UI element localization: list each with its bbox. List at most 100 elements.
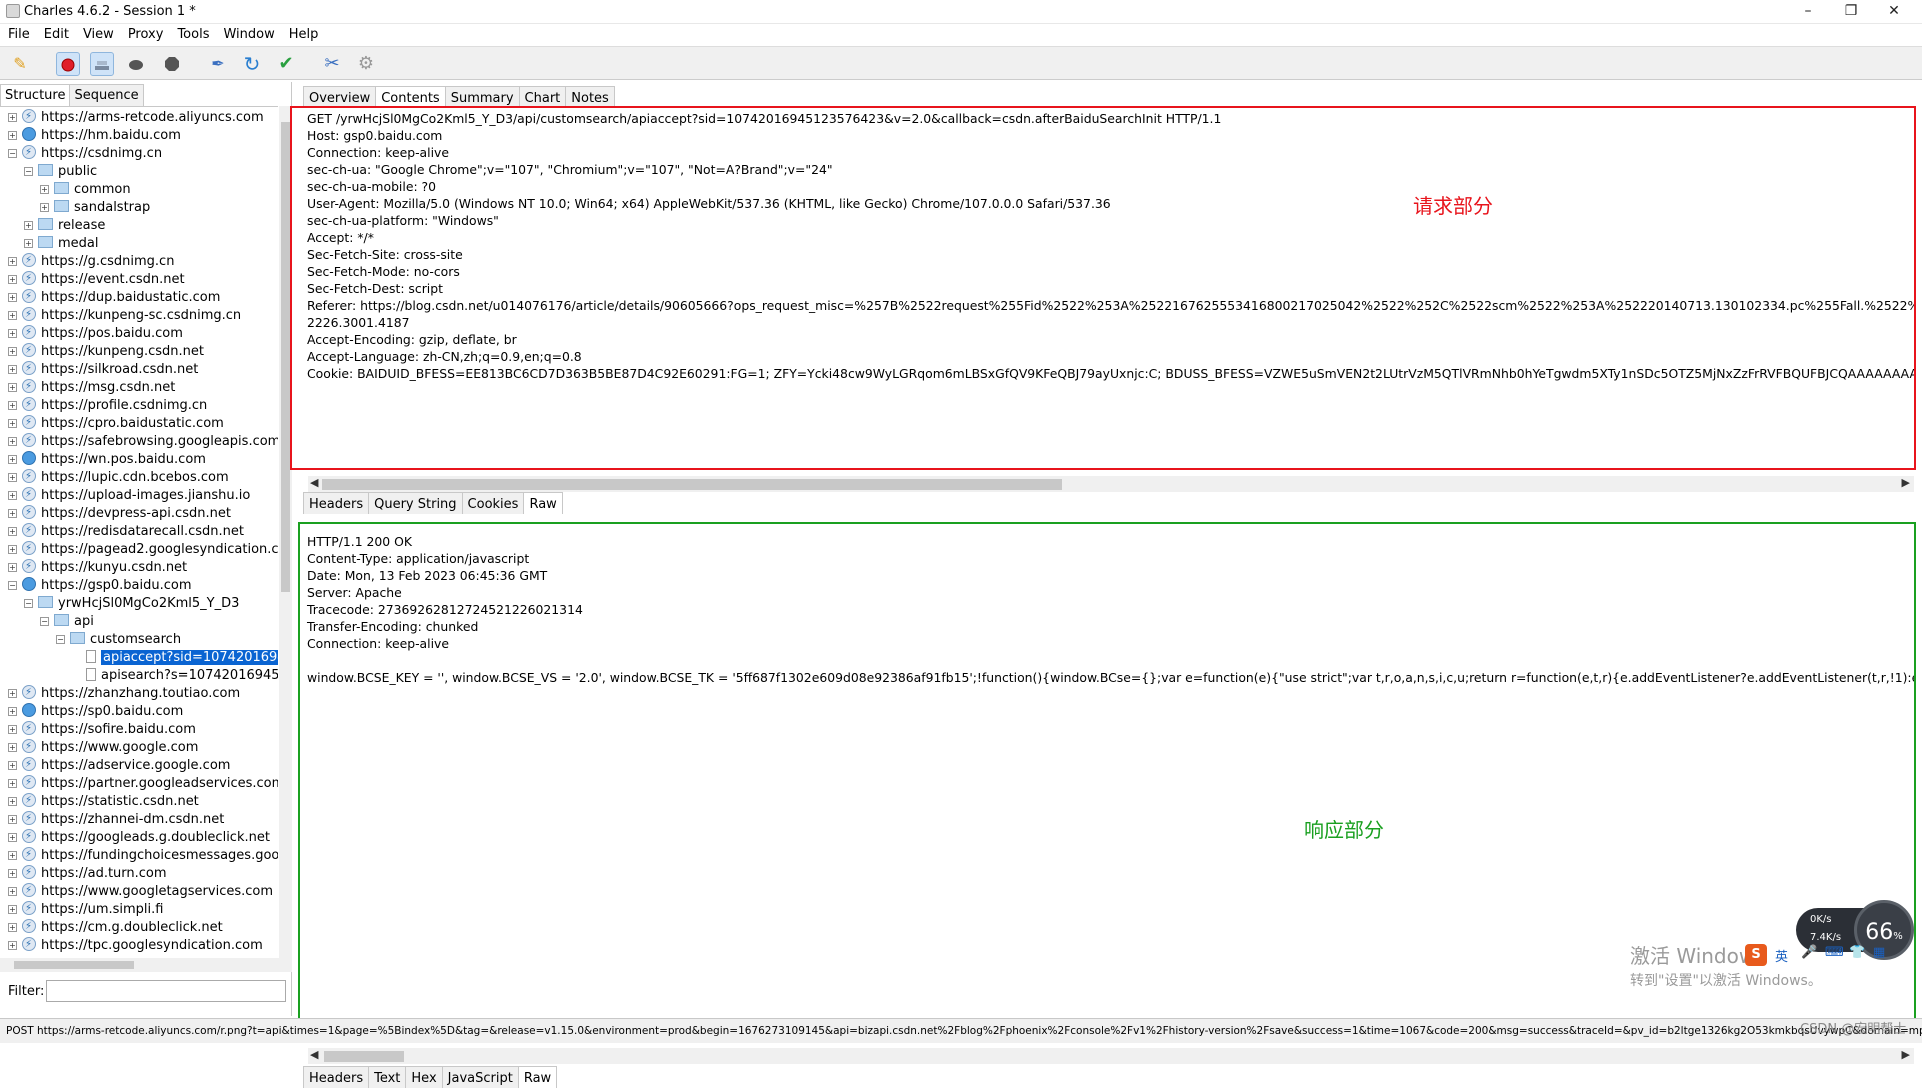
minimize-button[interactable]: – xyxy=(1785,0,1831,22)
menu-edit[interactable]: Edit xyxy=(36,24,75,42)
tree-expander[interactable]: + xyxy=(8,815,17,824)
menu-help[interactable]: Help xyxy=(281,24,325,42)
broom-icon[interactable]: ✎ xyxy=(8,52,32,76)
tab-response-javascript[interactable]: JavaScript xyxy=(441,1066,519,1088)
tab-chart[interactable]: Chart xyxy=(518,86,567,108)
tree-row[interactable]: https://lupic.cdn.bcebos.com xyxy=(22,468,229,487)
tab-structure[interactable]: Structure xyxy=(0,84,71,106)
tree-row[interactable]: https://arms-retcode.aliyuncs.com xyxy=(22,108,264,127)
tree-expander[interactable]: + xyxy=(8,941,17,950)
tree-expander[interactable]: − xyxy=(8,581,17,590)
tree-expander[interactable]: + xyxy=(8,473,17,482)
throttle-icon[interactable] xyxy=(90,52,114,76)
tab-request-raw[interactable]: Raw xyxy=(523,492,563,514)
tree-row[interactable]: https://kunpeng.csdn.net xyxy=(22,342,204,361)
tree-row[interactable]: https://adservice.google.com xyxy=(22,756,230,775)
tree-expander[interactable]: + xyxy=(40,185,49,194)
close-button[interactable]: ✕ xyxy=(1871,0,1917,22)
tree-expander[interactable]: + xyxy=(8,365,17,374)
turtle-icon[interactable] xyxy=(124,52,148,76)
tab-request-headers[interactable]: Headers xyxy=(303,492,370,514)
tree-expander[interactable]: + xyxy=(24,239,33,248)
tab-request-query-string[interactable]: Query String xyxy=(368,492,463,514)
tree-row[interactable]: https://www.google.com xyxy=(22,738,198,757)
tree-expander[interactable]: + xyxy=(8,563,17,572)
tree-expander[interactable]: − xyxy=(24,167,33,176)
tree-row[interactable]: sandalstrap xyxy=(54,199,150,217)
sogou-ime-icon[interactable]: S xyxy=(1745,944,1767,966)
tree-expander[interactable]: + xyxy=(8,689,17,698)
tree-expander[interactable]: + xyxy=(8,437,17,446)
tree-expander[interactable]: + xyxy=(8,905,17,914)
scroll-thumb[interactable] xyxy=(281,122,290,592)
tab-sequence[interactable]: Sequence xyxy=(69,84,144,106)
tree-row[interactable]: yrwHcjSl0MgCo2Kml5_Y_D3 xyxy=(38,595,239,613)
tree-row[interactable]: https://safebrowsing.googleapis.com xyxy=(22,432,278,451)
tree-row[interactable]: medal xyxy=(38,235,99,253)
tab-response-headers[interactable]: Headers xyxy=(303,1066,370,1088)
settings-icon[interactable]: ⚙ xyxy=(354,52,378,76)
scroll-thumb[interactable] xyxy=(14,961,134,969)
request-horizontal-scrollbar[interactable]: ◀ ▶ xyxy=(308,476,1914,492)
tree-row[interactable]: https://gsp0.baidu.com xyxy=(22,577,192,595)
tab-request-cookies[interactable]: Cookies xyxy=(461,492,525,514)
tree-expander[interactable]: + xyxy=(8,275,17,284)
tools-icon[interactable]: ✂ xyxy=(320,52,344,76)
tree-expander[interactable]: + xyxy=(8,527,17,536)
filter-input[interactable] xyxy=(46,980,286,1002)
tree-row[interactable]: https://sp0.baidu.com xyxy=(22,703,183,721)
tree-expander[interactable]: − xyxy=(8,149,17,158)
tree-expander[interactable]: + xyxy=(8,509,17,518)
tree-row[interactable]: api xyxy=(54,613,94,631)
tab-overview[interactable]: Overview xyxy=(303,86,377,108)
tree-row[interactable]: https://pos.baidu.com xyxy=(22,324,183,343)
tree-expander[interactable]: + xyxy=(8,851,17,860)
menu-file[interactable]: File xyxy=(0,24,36,42)
tree-expander[interactable]: + xyxy=(8,293,17,302)
tree-expander[interactable]: + xyxy=(8,383,17,392)
tree-row[interactable]: https://sofire.baidu.com xyxy=(22,720,196,739)
tree-expander[interactable]: + xyxy=(8,131,17,140)
tree-expander[interactable]: + xyxy=(8,887,17,896)
tree-expander[interactable]: + xyxy=(8,761,17,770)
tree-row[interactable]: https://event.csdn.net xyxy=(22,270,185,289)
scroll-left-arrow[interactable]: ◀ xyxy=(310,1048,318,1061)
tree-expander[interactable]: + xyxy=(8,869,17,878)
tree-row[interactable]: https://cm.g.doubleclick.net xyxy=(22,918,223,937)
tab-response-hex[interactable]: Hex xyxy=(405,1066,443,1088)
tree-row[interactable]: https://kunpeng-sc.csdnimg.cn xyxy=(22,306,241,325)
tree-expander[interactable]: + xyxy=(40,203,49,212)
tree-row[interactable]: https://profile.csdnimg.cn xyxy=(22,396,207,415)
tree-expander[interactable]: + xyxy=(8,833,17,842)
scroll-thumb[interactable] xyxy=(324,1051,404,1062)
ime-language[interactable]: 英 xyxy=(1775,946,1788,965)
tree-row[interactable]: https://upload-images.jianshu.io xyxy=(22,486,250,505)
pen-icon[interactable]: ✒ xyxy=(206,52,230,76)
tab-contents[interactable]: Contents xyxy=(375,86,446,108)
tree-row[interactable]: https://zhanzhang.toutiao.com xyxy=(22,684,240,703)
stop-icon[interactable] xyxy=(160,52,184,76)
restore-button[interactable]: ❐ xyxy=(1828,0,1874,22)
tree-row[interactable]: release xyxy=(38,217,105,235)
tree-row[interactable]: https://silkroad.csdn.net xyxy=(22,360,198,379)
menu-view[interactable]: View xyxy=(75,24,120,42)
scroll-thumb[interactable] xyxy=(322,479,1062,490)
tree-row[interactable]: https://dup.baidustatic.com xyxy=(22,288,220,307)
tree-expander[interactable]: + xyxy=(8,923,17,932)
tree-expander[interactable]: + xyxy=(8,401,17,410)
tree-row[interactable]: https://hm.baidu.com xyxy=(22,127,181,145)
tree-row[interactable]: https://kunyu.csdn.net xyxy=(22,558,187,577)
tree-expander[interactable]: + xyxy=(8,329,17,338)
scroll-right-arrow[interactable]: ▶ xyxy=(1902,1048,1910,1061)
tree-expander[interactable]: + xyxy=(8,347,17,356)
tree-expander[interactable]: + xyxy=(8,257,17,266)
tab-response-raw[interactable]: Raw xyxy=(517,1066,558,1088)
tree-expander[interactable]: + xyxy=(8,797,17,806)
menu-window[interactable]: Window xyxy=(215,24,280,42)
tree-row[interactable]: https://wn.pos.baidu.com xyxy=(22,451,206,469)
tree-row[interactable]: https://g.csdnimg.cn xyxy=(22,252,174,271)
tree-expander[interactable]: + xyxy=(8,743,17,752)
tab-notes[interactable]: Notes xyxy=(565,86,615,108)
tree-row[interactable]: https://csdnimg.cn xyxy=(22,144,162,163)
tree-row[interactable]: public xyxy=(38,163,97,181)
